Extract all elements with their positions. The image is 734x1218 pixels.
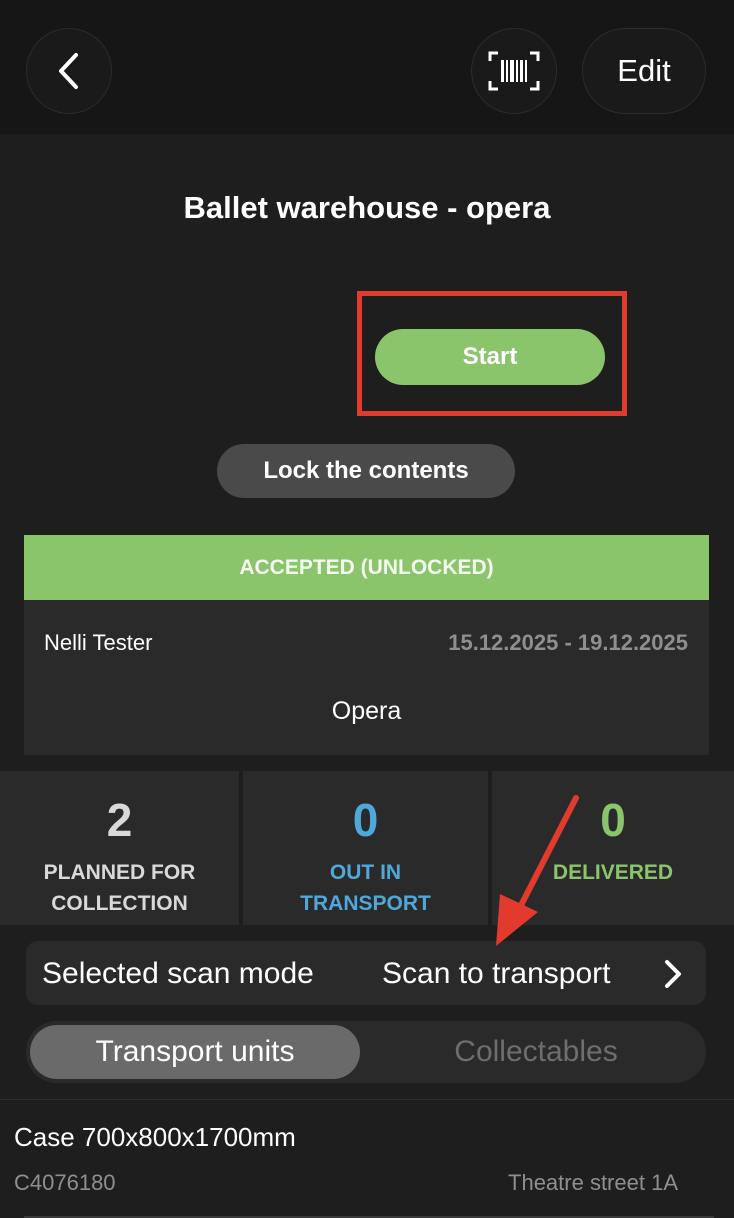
stat-count: 0 <box>352 794 379 846</box>
chevron-right-icon <box>665 960 681 988</box>
chevron-left-icon <box>59 53 78 89</box>
status-card: ACCEPTED (UNLOCKED) Nelli Tester 15.12.2… <box>24 535 709 755</box>
back-button[interactable] <box>26 28 112 114</box>
stat-label: OUT IN TRANSPORT <box>300 861 431 915</box>
location-name: Opera <box>331 697 402 725</box>
page-title: Ballet warehouse - opera <box>183 190 551 225</box>
item-address: Theatre street 1A <box>508 1170 678 1195</box>
barcode-scan-icon <box>488 51 540 91</box>
assignee-name: Nelli Tester <box>44 630 153 655</box>
lock-contents-button[interactable]: Lock the contents <box>217 444 515 498</box>
stat-out-in-transport[interactable]: 0 OUT IN TRANSPORT <box>243 771 488 925</box>
edit-button[interactable]: Edit <box>582 28 706 114</box>
date-range: 15.12.2025 - 19.12.2025 <box>448 630 688 655</box>
stat-count: 2 <box>106 794 133 846</box>
scan-mode-selector[interactable]: Selected scan mode Scan to transport <box>26 941 706 1005</box>
list-item[interactable]: Case 700x800x1700mm C4076180 Theatre str… <box>0 1099 734 1218</box>
item-title: Case 700x800x1700mm <box>14 1122 296 1152</box>
item-code: C4076180 <box>14 1170 116 1195</box>
scan-mode-value: Scan to transport <box>382 957 611 990</box>
status-badge: ACCEPTED (UNLOCKED) <box>24 535 709 600</box>
barcode-scan-button[interactable] <box>471 28 557 114</box>
annotation-arrow-icon <box>496 795 579 946</box>
start-button[interactable]: Start <box>375 329 605 385</box>
tab-collectables[interactable]: Collectables <box>370 1025 702 1079</box>
unit-type-tabs: Transport units Collectables <box>26 1021 706 1083</box>
scan-mode-label: Selected scan mode <box>42 957 314 990</box>
top-bar: Edit <box>0 0 734 134</box>
tab-transport-units[interactable]: Transport units <box>30 1025 360 1079</box>
stat-planned-for-collection[interactable]: 2 PLANNED FOR COLLECTION <box>0 771 239 925</box>
stat-label: PLANNED FOR COLLECTION <box>43 861 196 915</box>
